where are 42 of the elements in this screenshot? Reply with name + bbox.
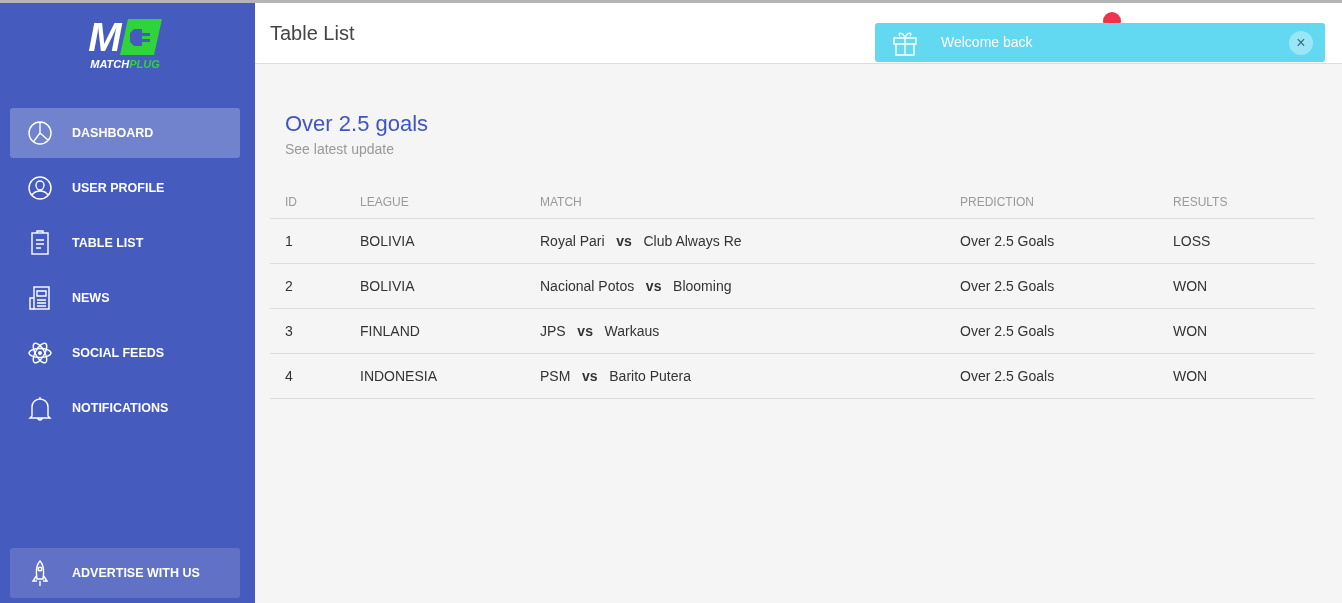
toast-message: Welcome back: [941, 33, 1034, 52]
sidebar-item[interactable]: SOCIAL FEEDS: [10, 328, 240, 378]
table-cell-text: Nacional Potos vs Blooming: [540, 276, 732, 296]
sidebar-item[interactable]: DASHBOARD: [10, 108, 240, 158]
table-cell-text: Over 2.5 Goals: [960, 321, 1055, 341]
card-title: Over 2.5 goals: [285, 111, 430, 138]
column-header: ID: [285, 194, 298, 212]
sidebar-item[interactable]: NOTIFICATIONS: [10, 383, 240, 433]
table-cell-text: WON: [1173, 321, 1208, 341]
advertise-button[interactable]: ADVERTISE WITH US: [10, 548, 240, 598]
table-cell-text: LOSS: [1173, 231, 1211, 251]
table-cell-text: BOLIVIA: [360, 231, 415, 251]
page-title: Table List: [270, 21, 355, 46]
table-cell-text: Over 2.5 Goals: [960, 276, 1055, 296]
sidebar-item[interactable]: TABLE LIST: [10, 218, 240, 268]
table-cell-text: BOLIVIA: [360, 276, 415, 296]
table-cell-text: 3: [285, 321, 293, 341]
table-cell-text: 4: [285, 366, 293, 386]
table-cell-text: INDONESIA: [360, 366, 437, 386]
sidebar-item[interactable]: USER PROFILE: [10, 163, 240, 213]
table-cell-text: Royal Pari vs Club Always Re: [540, 231, 742, 251]
column-header: LEAGUE: [360, 194, 410, 212]
logo-letter: M: [88, 17, 120, 57]
table-cell-text: FINLAND: [360, 321, 420, 341]
close-button[interactable]: ×: [1289, 30, 1313, 55]
user-icon: [26, 174, 54, 202]
card-subtitle: See latest update: [285, 140, 395, 160]
table-cell-text: PSM vs Barito Putera: [540, 366, 691, 386]
table-cell-text: Over 2.5 Goals: [960, 231, 1055, 251]
table-cell-text: WON: [1173, 276, 1208, 296]
column-header: PREDICTION: [960, 194, 1035, 212]
column-header: RESULTS: [1173, 194, 1229, 212]
table-cell-text: 1: [285, 231, 293, 251]
sidebar-item[interactable]: NEWS: [10, 273, 240, 323]
table-cell-text: Over 2.5 Goals: [960, 366, 1055, 386]
table-cell-text: WON: [1173, 366, 1208, 386]
column-header: MATCH: [540, 194, 583, 212]
logo-wordmark: MATCHPLUG: [90, 59, 160, 70]
table-cell-text: JPS vs Warkaus: [540, 321, 660, 341]
pie-chart-icon: [26, 119, 54, 147]
table-cell-text: 2: [285, 276, 293, 296]
bell-icon: [26, 394, 54, 422]
